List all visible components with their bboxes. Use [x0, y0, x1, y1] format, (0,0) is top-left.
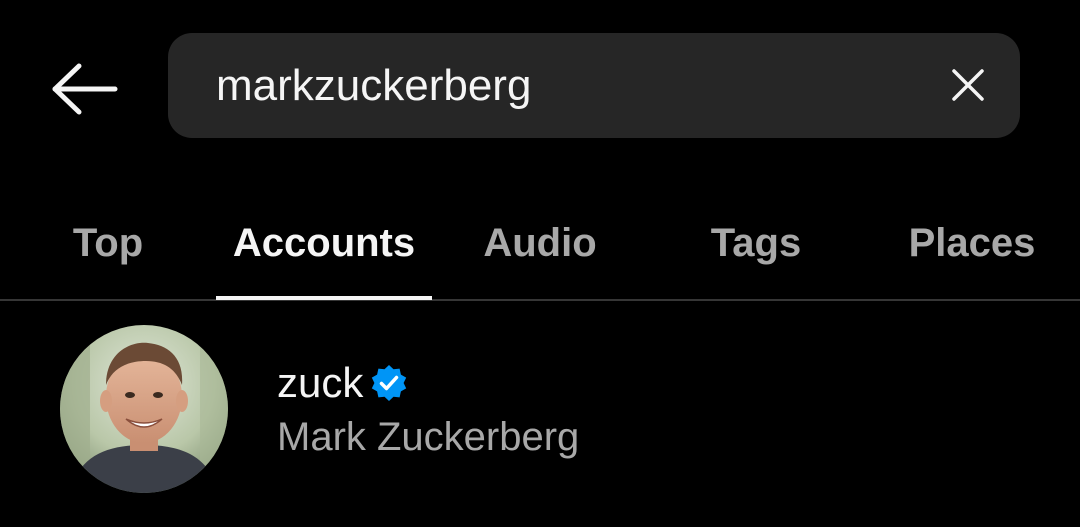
account-result-row[interactable]: zuck Mark Zuckerberg — [0, 315, 1080, 505]
account-full-name: Mark Zuckerberg — [277, 415, 580, 459]
active-tab-indicator — [216, 296, 432, 300]
search-tabs: Top Accounts Audio Tags Places — [0, 185, 1080, 301]
tabs-divider — [0, 299, 1080, 301]
account-username: zuck — [277, 359, 364, 406]
tab-accounts[interactable]: Accounts — [216, 185, 432, 301]
clear-search-button[interactable] — [946, 63, 990, 107]
username-line: zuck — [277, 357, 409, 409]
search-bar — [168, 33, 1020, 138]
tab-places[interactable]: Places — [864, 185, 1080, 301]
verified-badge-icon — [369, 363, 409, 403]
tab-tags[interactable]: Tags — [648, 185, 864, 301]
arrow-left-icon — [52, 63, 118, 115]
profile-photo — [60, 325, 228, 493]
close-icon — [952, 69, 984, 101]
avatar[interactable] — [60, 325, 228, 493]
tab-audio[interactable]: Audio — [432, 185, 648, 301]
back-button[interactable] — [44, 58, 124, 120]
tab-top[interactable]: Top — [0, 185, 216, 301]
search-input[interactable] — [216, 33, 916, 138]
